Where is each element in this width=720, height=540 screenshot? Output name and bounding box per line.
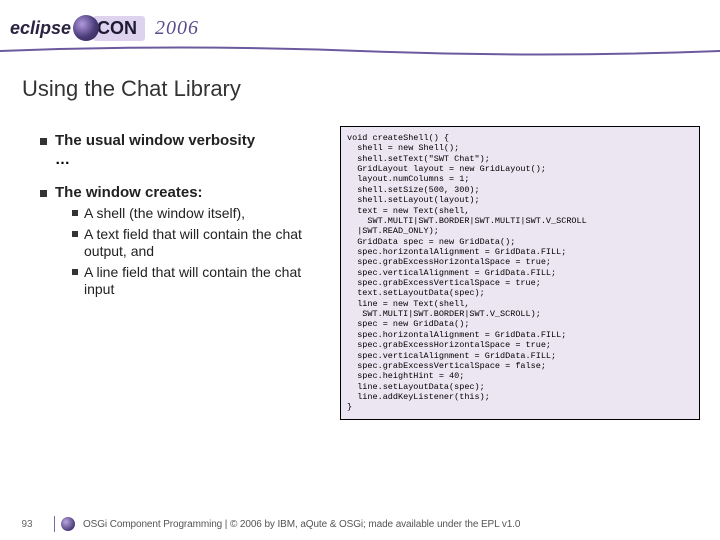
bullet-item: The window creates: <box>40 184 326 201</box>
slide-footer: 93 OSGi Component Programming | © 2006 b… <box>0 516 720 532</box>
bullet-column: The usual window verbosity … The window … <box>40 126 340 420</box>
slide-title: Using the Chat Library <box>0 56 720 108</box>
code-column: void createShell() { shell = new Shell()… <box>340 126 700 420</box>
footer-copyright: OSGi Component Programming | © 2006 by I… <box>83 519 520 530</box>
bullet-square-icon <box>40 190 47 197</box>
logo-year: 2006 <box>155 17 199 40</box>
bullet-square-icon <box>72 231 78 237</box>
sub-bullet-text: A text field that will contain the chat … <box>84 226 326 260</box>
slide-content: The usual window verbosity … The window … <box>0 108 720 420</box>
logo-text-left: eclipse <box>10 18 71 39</box>
footer-orb-icon <box>61 517 75 531</box>
sub-bullet-text: A line field that will contain the chat … <box>84 264 326 298</box>
bullet-text: The window creates: <box>55 184 203 201</box>
bullet-continuation: … <box>55 151 326 168</box>
bullet-item: The usual window verbosity <box>40 132 326 149</box>
sub-bullet-item: A shell (the window itself), <box>72 205 326 222</box>
bullet-square-icon <box>72 269 78 275</box>
sub-bullet-item: A text field that will contain the chat … <box>72 226 326 260</box>
bullet-square-icon <box>40 138 47 145</box>
bullet-square-icon <box>72 210 78 216</box>
header-swoosh-icon <box>0 46 720 56</box>
code-snippet: void createShell() { shell = new Shell()… <box>340 126 700 420</box>
eclipse-logo: eclipse <box>10 15 95 41</box>
bullet-text: The usual window verbosity <box>55 132 255 149</box>
sub-bullet-item: A line field that will contain the chat … <box>72 264 326 298</box>
logo-text-right: CON <box>93 16 145 41</box>
footer-separator-icon <box>54 516 55 532</box>
sub-bullet-text: A shell (the window itself), <box>84 205 245 222</box>
page-number: 93 <box>0 519 54 530</box>
eclipse-orb-icon <box>73 15 99 41</box>
sub-bullet-list: A shell (the window itself), A text fiel… <box>72 205 326 298</box>
